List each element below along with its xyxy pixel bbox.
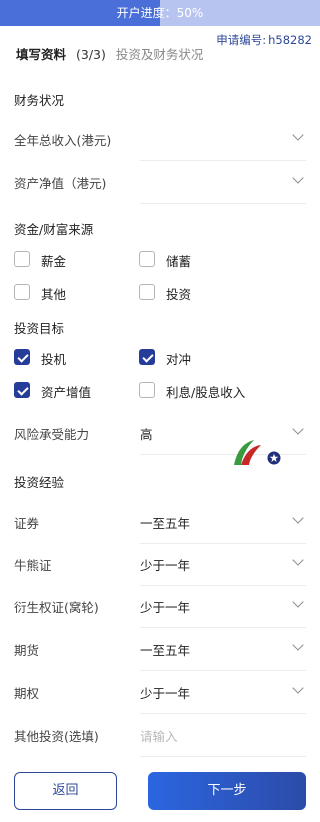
other-investment-input[interactable]: 请输入 [140,726,178,745]
chevron-down-icon [292,172,304,184]
experience-value: 少于一年 [140,686,191,701]
checkbox-capital-growth[interactable] [14,382,30,398]
experience-label: 牛熊证 [14,558,52,573]
checkbox-speculation[interactable] [14,349,30,365]
step-indicator: (3/3) [76,47,106,62]
checkbox-other-label: 其他 [41,287,67,302]
chevron-down-icon [292,596,304,608]
page-subtitle: 投资及财务状况 [115,47,204,62]
field-underline [140,160,306,161]
checkbox-savings[interactable] [139,251,155,267]
checkbox-investment[interactable] [139,284,155,300]
field-underline [140,543,306,544]
chevron-down-icon [292,682,304,694]
experience-value: 一至五年 [140,643,191,658]
experience-value: 一至五年 [140,516,191,531]
field-underline [140,756,306,757]
application-id: 申请编号: h58282 [214,32,312,48]
checkbox-income-label: 利息/股息收入 [166,385,246,400]
section-investment-goals: 投资目标 [14,321,65,336]
checkbox-income[interactable] [139,382,155,398]
checkbox-salary-label: 薪金 [41,254,67,269]
field-underline [140,670,306,671]
progress-label: 开户进度：50% [116,6,204,20]
risk-tolerance-label: 风险承受能力 [14,427,90,442]
checkbox-capital-growth-label: 资产增值 [41,385,92,400]
application-id-value: h58282 [268,33,312,47]
annual-income-label: 全年总收入(港元) [14,133,112,148]
field-underline [140,585,306,586]
checkbox-salary[interactable] [14,251,30,267]
section-fund-source: 资金/财富来源 [14,222,94,237]
page-title: 填写资料 [16,47,67,62]
field-underline [140,203,306,204]
experience-value: 少于一年 [140,600,191,615]
other-investment-label: 其他投资(选填) [14,729,99,744]
next-button[interactable]: 下一步 [148,772,306,810]
checkbox-hedging-label: 对冲 [166,352,192,367]
section-investment-experience: 投资经验 [14,475,65,490]
chevron-down-icon [292,423,304,435]
chevron-down-icon [292,512,304,524]
experience-value: 少于一年 [140,558,191,573]
progress-bar: 开户进度：50% [0,0,320,26]
checkbox-speculation-label: 投机 [41,352,67,367]
experience-label: 证券 [14,516,40,531]
back-button[interactable]: 返回 [14,772,117,810]
field-underline [140,627,306,628]
brand-logo [234,440,281,465]
chevron-down-icon [292,639,304,651]
experience-label: 期权 [14,686,40,701]
experience-label: 衍生权证(窝轮) [14,600,99,615]
experience-label: 期货 [14,643,40,658]
checkbox-hedging[interactable] [139,349,155,365]
risk-tolerance-value: 高 [140,427,153,442]
checkbox-other[interactable] [14,284,30,300]
field-underline [140,713,306,714]
chevron-down-icon [292,554,304,566]
checkbox-savings-label: 储蓄 [166,254,192,269]
application-id-label: 申请编号: [216,33,267,47]
checkbox-investment-label: 投资 [166,287,192,302]
chevron-down-icon [292,129,304,141]
net-assets-label: 资产净值（港元) [14,176,107,191]
section-financial: 财务状况 [14,93,65,108]
page-title-row: 填写资料 (3/3) 投资及财务状况 [16,44,203,63]
